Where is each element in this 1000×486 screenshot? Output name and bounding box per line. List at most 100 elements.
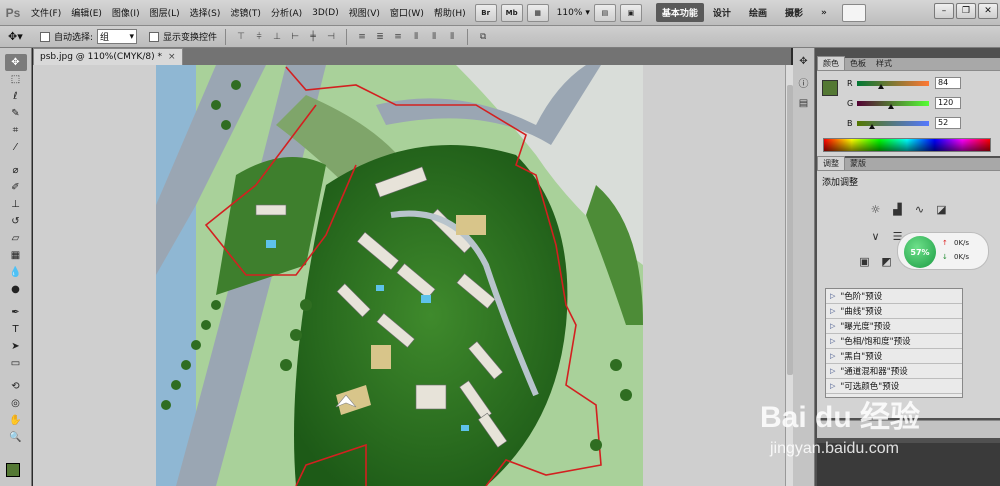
menu-3d[interactable]: 3D(D) [307, 8, 344, 18]
mini-bridge-button[interactable]: Mb [500, 3, 523, 22]
show-transform-checkbox[interactable] [149, 31, 160, 42]
arrange-documents-button[interactable]: ▤ [593, 3, 616, 22]
list-item[interactable]: ▷ "色相/饱和度"预设 [826, 334, 962, 349]
distribute-top-icon[interactable]: ≡ [355, 30, 369, 44]
view-extras-button[interactable]: ▦ [526, 3, 549, 22]
distribute-bottom-icon[interactable]: ≡ [391, 30, 405, 44]
gradient-tool-icon[interactable]: ▦ [5, 247, 27, 264]
menu-analysis[interactable]: 分析(A) [266, 6, 307, 19]
tab-color[interactable]: 颜色 [817, 56, 845, 70]
list-item[interactable]: ▷ "通道混和器"预设 [826, 364, 962, 379]
red-slider[interactable] [857, 80, 929, 89]
distribute-vcenter-icon[interactable]: ≣ [373, 30, 387, 44]
levels-icon[interactable]: ▟ [890, 201, 906, 217]
green-slider-thumb[interactable] [888, 103, 894, 109]
screen-mode-button[interactable]: ▣ [619, 3, 642, 22]
list-item[interactable]: ▷ "黑白"预设 [826, 349, 962, 364]
menu-help[interactable]: 帮助(H) [429, 6, 471, 19]
blur-tool-icon[interactable]: 💧 [5, 264, 27, 281]
exposure-icon[interactable]: ◪ [934, 201, 950, 217]
menu-layer[interactable]: 图层(L) [145, 6, 185, 19]
histogram-icon[interactable]: ▤ [796, 95, 812, 111]
clone-stamp-tool-icon[interactable]: ⊥ [5, 196, 27, 213]
workspace-painting[interactable]: 绘画 [740, 6, 776, 19]
blue-slider[interactable] [857, 120, 929, 129]
align-bottom-icon[interactable]: ⊥ [270, 30, 284, 44]
align-left-icon[interactable]: ⊢ [288, 30, 302, 44]
align-top-icon[interactable]: ⊤ [234, 30, 248, 44]
menu-image[interactable]: 图像(I) [107, 6, 145, 19]
hand-tool-icon[interactable]: ✋ [5, 412, 27, 429]
menu-filter[interactable]: 滤镜(T) [225, 6, 266, 19]
lasso-tool-icon[interactable]: ℓ [5, 88, 27, 105]
workspace-essentials[interactable]: 基本功能 [655, 3, 704, 22]
tab-masks[interactable]: 蒙版 [845, 157, 871, 170]
brush-tool-icon[interactable]: ✐ [5, 179, 27, 196]
shape-tool-icon[interactable]: ▭ [5, 355, 27, 372]
tab-styles[interactable]: 样式 [871, 57, 897, 70]
path-select-tool-icon[interactable]: ➤ [5, 338, 27, 355]
posterize-icon[interactable]: ◩ [879, 253, 895, 269]
zoom-tool-icon[interactable]: 🔍 [5, 429, 27, 446]
menu-select[interactable]: 选择(S) [185, 6, 226, 19]
info-icon[interactable]: ⓘ [796, 74, 812, 90]
menu-edit[interactable]: 编辑(E) [66, 6, 107, 19]
green-value[interactable]: 120 [935, 97, 961, 109]
eyedropper-tool-icon[interactable]: ⁄ [5, 139, 27, 156]
document-tab[interactable]: psb.jpg @ 110%(CMYK/8) * × [33, 48, 183, 65]
zoom-level[interactable]: 110% ▾ [557, 8, 590, 18]
auto-select-checkbox[interactable] [40, 31, 50, 42]
3d-orbit-tool-icon[interactable]: ◎ [5, 395, 27, 412]
foreground-color-swatch[interactable] [6, 463, 20, 477]
vibrance-icon[interactable]: ∨ [868, 228, 884, 244]
quick-select-tool-icon[interactable]: ✎ [5, 105, 27, 122]
list-item[interactable]: ▷ "可选颜色"预设 [826, 379, 962, 394]
align-vcenter-icon[interactable]: ⫩ [252, 30, 266, 44]
eraser-tool-icon[interactable]: ▱ [5, 230, 27, 247]
distribute-left-icon[interactable]: ⦀ [409, 30, 423, 44]
tab-swatches[interactable]: 色板 [845, 57, 871, 70]
site-plan-image[interactable] [156, 65, 643, 486]
minimize-button[interactable]: – [934, 3, 954, 19]
menu-view[interactable]: 视图(V) [344, 6, 385, 19]
auto-select-dropdown[interactable]: 组 ▾ [97, 29, 138, 44]
red-slider-thumb[interactable] [878, 83, 884, 89]
blue-value[interactable]: 52 [935, 117, 961, 129]
network-speed-widget[interactable]: 57% ↑ 0K/s ↓ 0K/s [897, 232, 989, 270]
red-value[interactable]: 84 [935, 77, 961, 89]
distribute-right-icon[interactable]: ⦀ [445, 30, 459, 44]
history-brush-tool-icon[interactable]: ↺ [5, 213, 27, 230]
workspace-photography[interactable]: 摄影 [776, 6, 812, 19]
dodge-tool-icon[interactable]: ● [5, 281, 27, 298]
move-tool-icon[interactable]: ✥ [4, 54, 27, 71]
list-item[interactable]: ▷ "曝光度"预设 [826, 319, 962, 334]
type-tool-icon[interactable]: T [5, 321, 27, 338]
foreground-swatch[interactable] [822, 80, 838, 96]
3d-rotate-tool-icon[interactable]: ⟲ [5, 378, 27, 395]
list-item[interactable]: ▷ "曲线"预设 [826, 304, 962, 319]
green-slider[interactable] [857, 100, 929, 109]
color-spectrum-bar[interactable] [823, 138, 991, 152]
marquee-tool-icon[interactable]: ⬚ [5, 71, 27, 88]
curves-icon[interactable]: ∿ [912, 201, 928, 217]
move-tool-preset-icon[interactable]: ✥▾ [8, 30, 36, 43]
workspace-design[interactable]: 设计 [704, 6, 740, 19]
auto-align-icon[interactable]: ⧉ [476, 30, 490, 44]
close-button[interactable]: ✕ [978, 3, 998, 19]
invert-icon[interactable]: ▣ [857, 253, 873, 269]
menu-file[interactable]: 文件(F) [26, 6, 66, 19]
list-item[interactable]: ▷ "色阶"预设 [826, 289, 962, 304]
search-field[interactable] [841, 3, 866, 22]
distribute-hcenter-icon[interactable]: ⦀ [427, 30, 441, 44]
restore-button[interactable]: ❐ [956, 3, 976, 19]
align-hcenter-icon[interactable]: ╪ [306, 30, 320, 44]
crop-tool-icon[interactable]: ⌗ [5, 122, 27, 139]
workspace-more[interactable]: » [812, 8, 836, 18]
blue-slider-thumb[interactable] [869, 123, 875, 129]
pen-tool-icon[interactable]: ✒ [5, 304, 27, 321]
healing-brush-tool-icon[interactable]: ⌀ [5, 162, 27, 179]
tab-adjustments[interactable]: 调整 [817, 156, 845, 170]
brightness-contrast-icon[interactable]: ☼ [868, 201, 884, 217]
tools-preset-icon[interactable]: ✥ [796, 53, 812, 69]
align-right-icon[interactable]: ⊣ [324, 30, 338, 44]
